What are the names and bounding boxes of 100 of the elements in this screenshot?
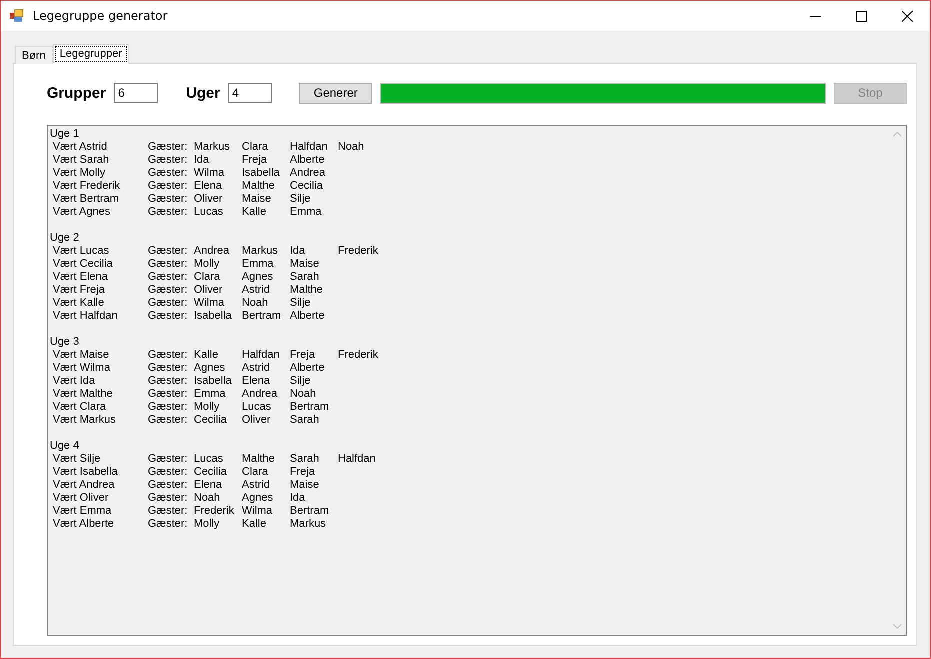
host-name: Vært Halfdan	[53, 310, 118, 322]
guests-label: Gæster:	[148, 193, 188, 205]
guests-label: Gæster:	[148, 414, 188, 426]
guests-label: Gæster:	[148, 388, 188, 400]
guest-name: Alberte	[290, 154, 325, 166]
guest-name: Halfdan	[338, 453, 376, 465]
guest-name: Wilma	[194, 297, 225, 309]
maximize-icon	[856, 10, 866, 22]
groups-field[interactable]: 6	[114, 83, 158, 103]
close-icon	[902, 10, 912, 22]
guest-name: Cecilia	[194, 414, 228, 426]
host-name: Vært Cecilia	[53, 258, 113, 270]
guests-label: Gæster:	[148, 401, 188, 413]
guest-name: Noah	[242, 297, 268, 309]
generate-button[interactable]: Generer	[299, 82, 372, 104]
guests-label: Gæster:	[148, 206, 188, 218]
guest-name: Alberte	[290, 362, 325, 374]
guest-name: Andrea	[194, 245, 230, 257]
host-name: Vært Freja	[53, 284, 105, 296]
host-name: Vært Molly	[53, 167, 106, 179]
host-name: Vært Isabella	[53, 466, 118, 478]
guest-name: Clara	[242, 141, 268, 153]
guests-label: Gæster:	[148, 245, 188, 257]
guest-name: Molly	[194, 518, 220, 530]
guest-name: Bertram	[242, 310, 282, 322]
guest-name: Isabella	[194, 310, 232, 322]
guest-name: Halfdan	[290, 141, 328, 153]
guest-name: Noah	[194, 492, 220, 504]
guests-label: Gæster:	[148, 141, 188, 153]
guest-name: Markus	[290, 518, 326, 530]
guest-name: Frederik	[194, 505, 234, 517]
guest-name: Astrid	[242, 479, 270, 491]
guest-name: Noah	[338, 141, 364, 153]
guest-name: Wilma	[242, 505, 273, 517]
guest-name: Astrid	[242, 284, 270, 296]
guest-name: Maise	[290, 258, 320, 270]
guest-name: Isabella	[194, 375, 232, 387]
guest-name: Ida	[194, 154, 210, 166]
guest-name: Agnes	[194, 362, 226, 374]
guest-name: Silje	[290, 375, 311, 387]
host-name: Vært Clara	[53, 401, 106, 413]
guest-name: Lucas	[194, 453, 224, 465]
guest-name: Frederik	[338, 349, 378, 361]
guest-name: Wilma	[194, 167, 225, 179]
guest-name: Maise	[290, 479, 320, 491]
guests-label: Gæster:	[148, 258, 188, 270]
tab[interactable]: Legegrupper	[52, 44, 130, 64]
host-name: Vært Silje	[53, 453, 101, 465]
app-icon	[9, 8, 25, 24]
guest-name: Cecilia	[290, 180, 324, 192]
guest-name: Andrea	[290, 167, 326, 179]
host-name: Vært Ida	[53, 375, 96, 387]
guest-name: Halfdan	[242, 349, 280, 361]
guest-name: Freja	[290, 349, 316, 361]
host-name: Vært Kalle	[53, 297, 104, 309]
guests-label: Gæster:	[148, 180, 188, 192]
guest-name: Molly	[194, 258, 220, 270]
guest-name: Isabella	[242, 167, 280, 179]
guest-name: Frederik	[338, 245, 378, 257]
guest-name: Oliver	[194, 193, 223, 205]
guest-name: Lucas	[194, 206, 224, 218]
guest-name: Agnes	[242, 492, 274, 504]
guest-name: Emma	[194, 388, 226, 400]
weeks-field[interactable]: 4	[228, 83, 272, 103]
guests-label: Gæster:	[148, 167, 188, 179]
guest-name: Oliver	[194, 284, 223, 296]
host-name: Vært Emma	[53, 505, 112, 517]
host-name: Vært Lucas	[53, 245, 110, 257]
host-name: Vært Wilma	[53, 362, 110, 374]
host-name: Vært Maise	[53, 349, 110, 361]
guest-name: Sarah	[290, 453, 320, 465]
host-name: Vært Elena	[53, 271, 108, 283]
guest-name: Malthe	[242, 180, 276, 192]
guest-name: Molly	[194, 401, 220, 413]
guests-label: Gæster:	[148, 349, 188, 361]
guest-name: Markus	[194, 141, 230, 153]
host-name: Vært Bertram	[53, 193, 120, 205]
guest-name: Cecilia	[194, 466, 228, 478]
guest-name: Freja	[290, 466, 316, 478]
guests-label: Gæster:	[148, 466, 188, 478]
week-title: Uge 4	[50, 440, 80, 452]
guests-label: Gæster:	[148, 297, 188, 309]
guest-name: Bertram	[290, 401, 330, 413]
tab[interactable]: Børn	[15, 46, 53, 64]
guest-name: Ida	[290, 245, 306, 257]
guest-name: Silje	[290, 297, 311, 309]
guest-name: Oliver	[242, 414, 271, 426]
guest-name: Elena	[194, 180, 222, 192]
guest-name: Sarah	[290, 414, 320, 426]
guests-label: Gæster:	[148, 375, 188, 387]
weeks-label: Uger	[186, 84, 220, 102]
host-name: Vært Malthe	[53, 388, 113, 400]
host-name: Vært Andrea	[53, 479, 115, 491]
guests-label: Gæster:	[148, 479, 188, 491]
guest-name: Malthe	[290, 284, 324, 296]
guests-label: Gæster:	[148, 154, 188, 166]
guest-name: Noah	[290, 388, 316, 400]
guest-name: Kalle	[242, 206, 266, 218]
guest-name: Sarah	[290, 271, 320, 283]
guest-name: Elena	[242, 375, 270, 387]
